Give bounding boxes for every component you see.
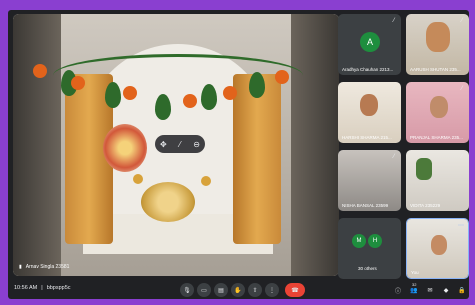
raise-hand-button[interactable]: ✋: [231, 283, 245, 297]
participant-tile[interactable]: ⁄ VIDITA 235229: [406, 150, 469, 211]
mic-off-icon: ▮: [19, 264, 22, 270]
presenter-name-overlay: ▮ Arnav Singla 23581: [19, 264, 69, 270]
flower: [123, 86, 137, 100]
info-icon: ⓘ: [394, 288, 401, 295]
diya: [201, 176, 211, 186]
captions-button[interactable]: ▤: [214, 283, 228, 297]
end-call-icon: ☎: [291, 287, 299, 294]
mic-off-icon: ⁄: [393, 86, 395, 92]
participant-face: [430, 96, 448, 118]
host-controls-button[interactable]: 🔒: [457, 285, 467, 295]
plant-decoration: [416, 158, 432, 180]
mic-button[interactable]: 🎙: [180, 283, 194, 297]
mic-off-icon: ⁄: [393, 154, 395, 160]
mic-off-icon: ⁄: [461, 86, 463, 92]
flower: [275, 70, 289, 84]
diya: [133, 174, 143, 184]
others-count: 30 others: [358, 266, 377, 271]
activities-icon: ◆: [443, 287, 449, 294]
present-button[interactable]: ⇧: [248, 283, 262, 297]
separator: |: [41, 285, 43, 291]
people-icon: 👥: [410, 287, 418, 294]
garland: [53, 54, 303, 97]
leaf: [249, 72, 265, 98]
meeting-info: 10:56 AM | bbpspp5c: [14, 285, 71, 291]
main-video-tile[interactable]: ✥ ⁄ ⊖ ▮ Arnav Singla 23581: [13, 14, 339, 276]
self-name: You: [411, 270, 419, 275]
meeting-code: bbpspp5c: [46, 285, 71, 291]
shelf-right: [291, 14, 339, 276]
participant-name: VIDITA 235229: [410, 203, 441, 208]
participant-name: NISHA BANSAL 23599: [342, 203, 389, 208]
presenter-name: Arnav Singla 23581: [25, 264, 70, 270]
mic-off-icon: ⁄: [461, 154, 463, 160]
mic-off-icon: ⁄: [461, 18, 463, 24]
participants-count: 32: [412, 282, 417, 287]
participant-face: [426, 22, 450, 52]
participant-tile[interactable]: ⁄ HARSHI SHARMA 215...: [338, 82, 401, 143]
avatar: M: [352, 234, 366, 248]
control-bar: 10:56 AM | bbpspp5c 🎙 ▭ ▤ ✋ ⇧ ⋮ ☎ ⓘ 32 👥…: [8, 282, 469, 299]
meeting-time: 10:56 AM: [14, 285, 38, 291]
participant-face: [360, 94, 378, 116]
curtain-right: [233, 74, 281, 244]
leaf: [105, 82, 121, 108]
mute-tile-icon[interactable]: ⁄: [175, 139, 185, 149]
participant-tile[interactable]: ⁄ PRANJAL SHARMA 235...: [406, 82, 469, 143]
end-call-button[interactable]: ☎: [285, 283, 305, 297]
remove-icon[interactable]: ⊖: [192, 139, 202, 149]
activities-button[interactable]: ◆: [441, 285, 451, 295]
flower: [33, 64, 47, 78]
meet-call-window: ✥ ⁄ ⊖ ▮ Arnav Singla 23581 A ⁄ Aradhya C…: [8, 10, 469, 299]
participant-name: PRANJAL SHARMA 235...: [410, 135, 463, 140]
chat-icon: ✉: [427, 287, 433, 294]
flower: [71, 76, 85, 90]
flower: [223, 86, 237, 100]
lock-icon: 🔒: [458, 287, 466, 294]
participant-name: Aradhya Chauhan 2213...: [342, 67, 394, 72]
self-tile[interactable]: ⋯ You: [406, 218, 469, 279]
meeting-details-button[interactable]: ⓘ: [393, 285, 403, 295]
puja-thali: [141, 182, 195, 222]
participant-tile[interactable]: ⁄ AARUSH SHUTAN 235...: [406, 14, 469, 75]
screen-frame: ✥ ⁄ ⊖ ▮ Arnav Singla 23581 A ⁄ Aradhya C…: [0, 0, 475, 305]
others-tile[interactable]: M H 30 others: [338, 218, 401, 279]
camera-button[interactable]: ▭: [197, 283, 211, 297]
mic-icon: 🎙: [183, 287, 191, 294]
participant-name: AARUSH SHUTAN 235...: [410, 67, 461, 72]
self-face: [431, 235, 447, 255]
more-options-icon[interactable]: ⋯: [457, 222, 465, 230]
participant-tile[interactable]: ⁄ NISHA BANSAL 23599: [338, 150, 401, 211]
chat-button[interactable]: ✉: [425, 285, 435, 295]
pin-icon[interactable]: ✥: [158, 139, 168, 149]
avatar: H: [368, 234, 382, 248]
participant-tile[interactable]: A ⁄ Aradhya Chauhan 2213...: [338, 14, 401, 75]
shelf-left: [13, 14, 61, 276]
more-options-icon: ⋮: [269, 287, 275, 294]
deity-idol: [103, 124, 147, 172]
captions-icon: ▤: [218, 287, 224, 294]
avatar: A: [360, 32, 380, 52]
camera-icon: ▭: [201, 287, 207, 294]
mic-off-icon: ⁄: [393, 18, 395, 24]
more-options-button[interactable]: ⋮: [265, 283, 279, 297]
flower: [183, 94, 197, 108]
people-button[interactable]: 32 👥: [409, 282, 419, 295]
participant-name: HARSHI SHARMA 215...: [342, 135, 392, 140]
leaf: [155, 94, 171, 120]
leaf: [201, 84, 217, 110]
raise-hand-icon: ✋: [234, 287, 242, 294]
present-icon: ⇧: [252, 287, 258, 294]
tile-hover-toolbar: ✥ ⁄ ⊖: [155, 135, 205, 153]
